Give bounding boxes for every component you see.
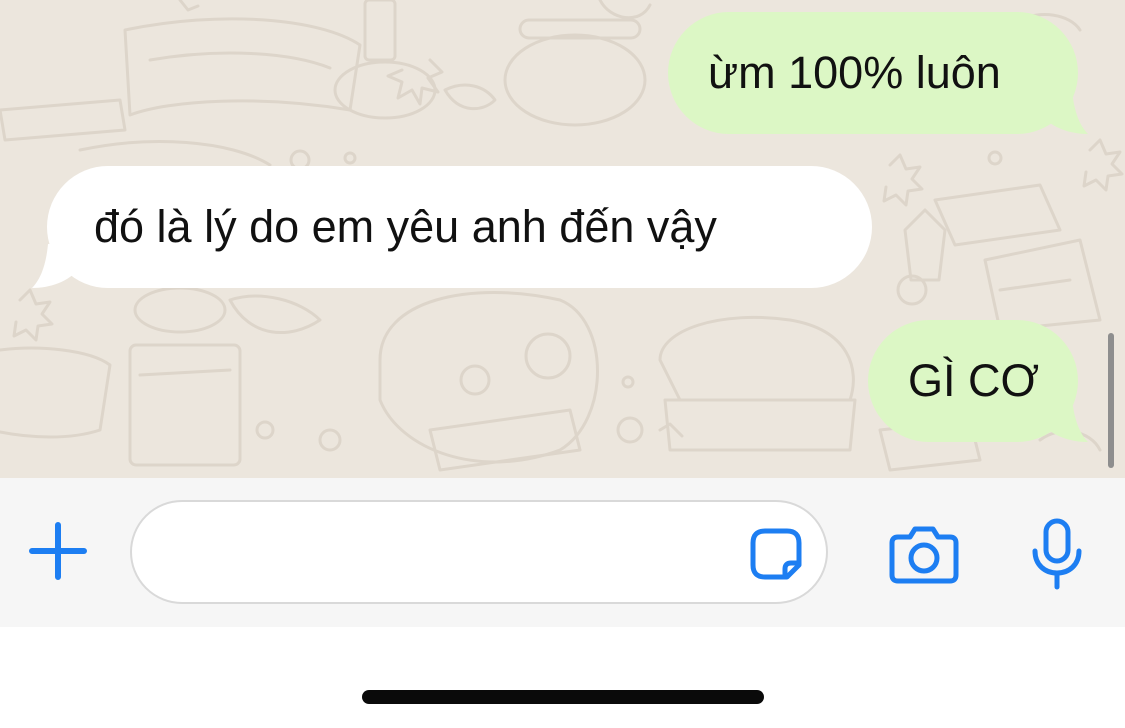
outgoing-message-bubble[interactable]: ừm 100% luôn: [668, 12, 1078, 134]
message-text: ừm 100% luôn: [708, 47, 1001, 98]
camera-button[interactable]: [884, 515, 964, 591]
incoming-bubble-tail: [32, 244, 80, 288]
chat-area[interactable]: ừm 100% luôn đó là lý do em yêu anh đến …: [0, 0, 1125, 478]
home-indicator[interactable]: [362, 690, 764, 704]
attach-button[interactable]: [22, 515, 94, 587]
message-input[interactable]: [130, 500, 828, 604]
message-text: đó là lý do em yêu anh đến vậy: [94, 201, 717, 252]
camera-icon: [889, 526, 959, 584]
sticker-button[interactable]: [744, 522, 808, 586]
scrollbar[interactable]: [1108, 333, 1114, 468]
sticker-icon: [750, 528, 802, 580]
incoming-message-bubble[interactable]: đó là lý do em yêu anh đến vậy: [47, 166, 872, 288]
microphone-button[interactable]: [1022, 515, 1092, 595]
microphone-icon: [1032, 518, 1082, 590]
outgoing-bubble-tail: [1040, 398, 1088, 442]
plus-icon: [29, 522, 87, 580]
outgoing-bubble-tail: [1040, 90, 1088, 134]
